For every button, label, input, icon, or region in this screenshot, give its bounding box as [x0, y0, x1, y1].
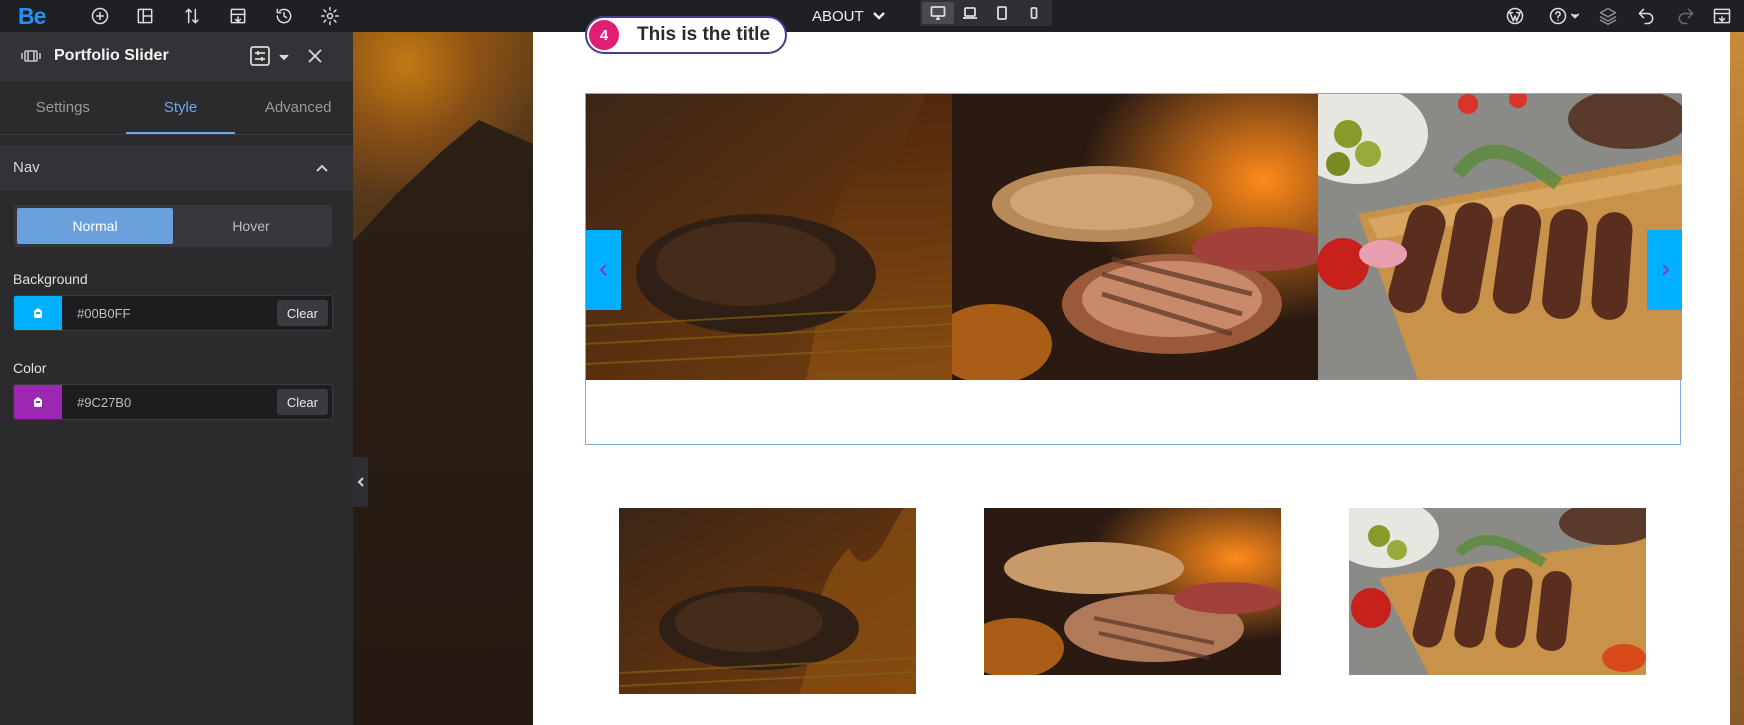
panel-header: Portfolio Slider: [0, 32, 353, 81]
collapse-panel-handle[interactable]: [353, 457, 368, 507]
background-hex-input[interactable]: #00B0FF: [62, 306, 277, 321]
portfolio-thumbnail[interactable]: [984, 508, 1281, 675]
color-label: Color: [13, 360, 47, 376]
color-field: #9C27B0 Clear: [13, 384, 333, 420]
page-content: 4 This is the title: [533, 16, 1730, 725]
kebab-board-image: [1318, 94, 1682, 380]
layout-icon[interactable]: [133, 4, 157, 28]
background-label: Background: [13, 271, 88, 287]
help-caret-icon[interactable]: [1569, 4, 1581, 28]
steaks-on-grill-image: [952, 94, 1318, 380]
background-color-field: #00B0FF Clear: [13, 295, 333, 331]
tablet-view-button[interactable]: [986, 2, 1018, 24]
grilled-steak-fire-image: [586, 94, 952, 380]
portfolio-thumbnail[interactable]: [619, 508, 916, 694]
slider-prev-button[interactable]: [586, 230, 621, 310]
desktop-icon: [930, 6, 946, 20]
state-toggle: Normal Hover: [14, 205, 332, 247]
undo-icon[interactable]: [1634, 4, 1658, 28]
page-select[interactable]: ABOUT: [812, 0, 886, 32]
chevron-left-icon: [599, 264, 607, 276]
color-clear-button[interactable]: Clear: [276, 389, 328, 415]
page-name: ABOUT: [812, 7, 864, 25]
app-logo[interactable]: Be: [18, 3, 46, 30]
laptop-icon: [963, 7, 977, 19]
chevron-down-icon: [872, 12, 885, 20]
hover-state-button[interactable]: Hover: [173, 208, 329, 244]
right-background-strip: [1730, 32, 1744, 725]
sort-icon[interactable]: [180, 4, 204, 28]
paint-bucket-icon: [34, 308, 42, 318]
panel-title: Portfolio Slider: [54, 47, 169, 64]
slider-element-icon: [20, 47, 42, 65]
close-icon[interactable]: [304, 45, 326, 67]
redo-icon[interactable]: [1674, 4, 1698, 28]
mobile-view-button[interactable]: [1018, 2, 1050, 24]
add-icon[interactable]: [88, 4, 112, 28]
presets-caret-icon[interactable]: [278, 50, 290, 62]
wordpress-icon[interactable]: [1503, 4, 1527, 28]
heading-title: This is the title: [637, 24, 771, 45]
panel-tabs: Settings Style Advanced: [0, 81, 353, 135]
tab-style[interactable]: Style: [125, 81, 236, 134]
tablet-icon: [997, 6, 1007, 20]
paint-bucket-icon: [34, 397, 42, 407]
mobile-icon: [1030, 7, 1038, 19]
chevron-left-icon: [357, 477, 364, 487]
top-toolbar: Be ABOUT: [0, 0, 1744, 32]
color-swatch[interactable]: [14, 385, 62, 419]
element-settings-panel: Portfolio Slider Settings Style Advanced…: [0, 32, 353, 725]
portfolio-thumbnail[interactable]: [1349, 508, 1646, 675]
kebab-board-image: [1349, 508, 1646, 675]
presets-icon[interactable]: [249, 45, 271, 67]
heading-number: 4: [589, 20, 619, 50]
device-switcher: [920, 0, 1052, 26]
grilled-steak-fire-image: [619, 508, 916, 694]
slide-image[interactable]: [586, 94, 952, 380]
color-hex-input[interactable]: #9C27B0: [62, 395, 277, 410]
help-icon[interactable]: [1546, 4, 1570, 28]
background-swatch[interactable]: [14, 296, 62, 330]
section-title: Nav: [13, 159, 40, 176]
laptop-view-button[interactable]: [954, 2, 986, 24]
background-clear-button[interactable]: Clear: [276, 300, 328, 326]
heading-pill[interactable]: 4 This is the title: [585, 16, 787, 54]
chevron-up-icon: [314, 160, 330, 176]
history-icon[interactable]: [272, 4, 296, 28]
settings-icon[interactable]: [318, 4, 342, 28]
import-icon[interactable]: [226, 4, 250, 28]
normal-state-button[interactable]: Normal: [17, 208, 173, 244]
slide-image[interactable]: [1318, 94, 1682, 380]
nav-section-header[interactable]: Nav: [0, 145, 353, 191]
tab-advanced[interactable]: Advanced: [243, 81, 353, 134]
preview-icon[interactable]: [1710, 4, 1734, 28]
layers-icon[interactable]: [1596, 4, 1620, 28]
desktop-view-button[interactable]: [922, 2, 954, 24]
steaks-on-grill-image: [984, 508, 1281, 675]
portfolio-slider[interactable]: [585, 93, 1682, 445]
tab-settings[interactable]: Settings: [8, 81, 118, 134]
slider-next-button[interactable]: [1647, 230, 1682, 310]
chevron-right-icon: [1661, 264, 1669, 276]
slide-image[interactable]: [952, 94, 1318, 380]
